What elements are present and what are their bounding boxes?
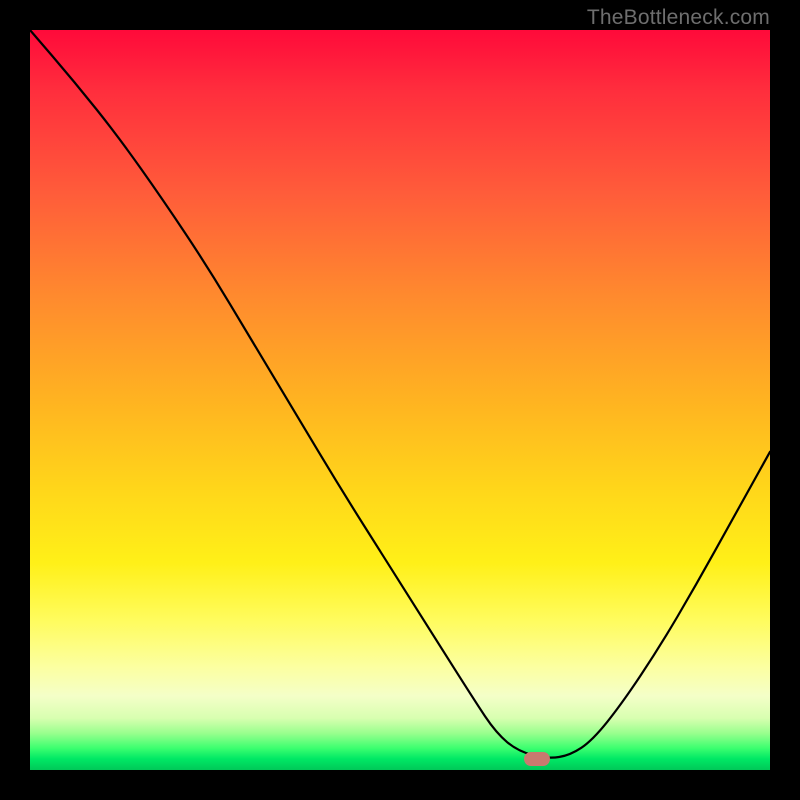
chart-frame: TheBottleneck.com [0, 0, 800, 800]
curve-svg [30, 30, 770, 770]
bottleneck-curve [30, 30, 770, 758]
highlight-marker [524, 752, 550, 766]
watermark-text: TheBottleneck.com [587, 6, 770, 30]
plot-area [30, 30, 770, 770]
